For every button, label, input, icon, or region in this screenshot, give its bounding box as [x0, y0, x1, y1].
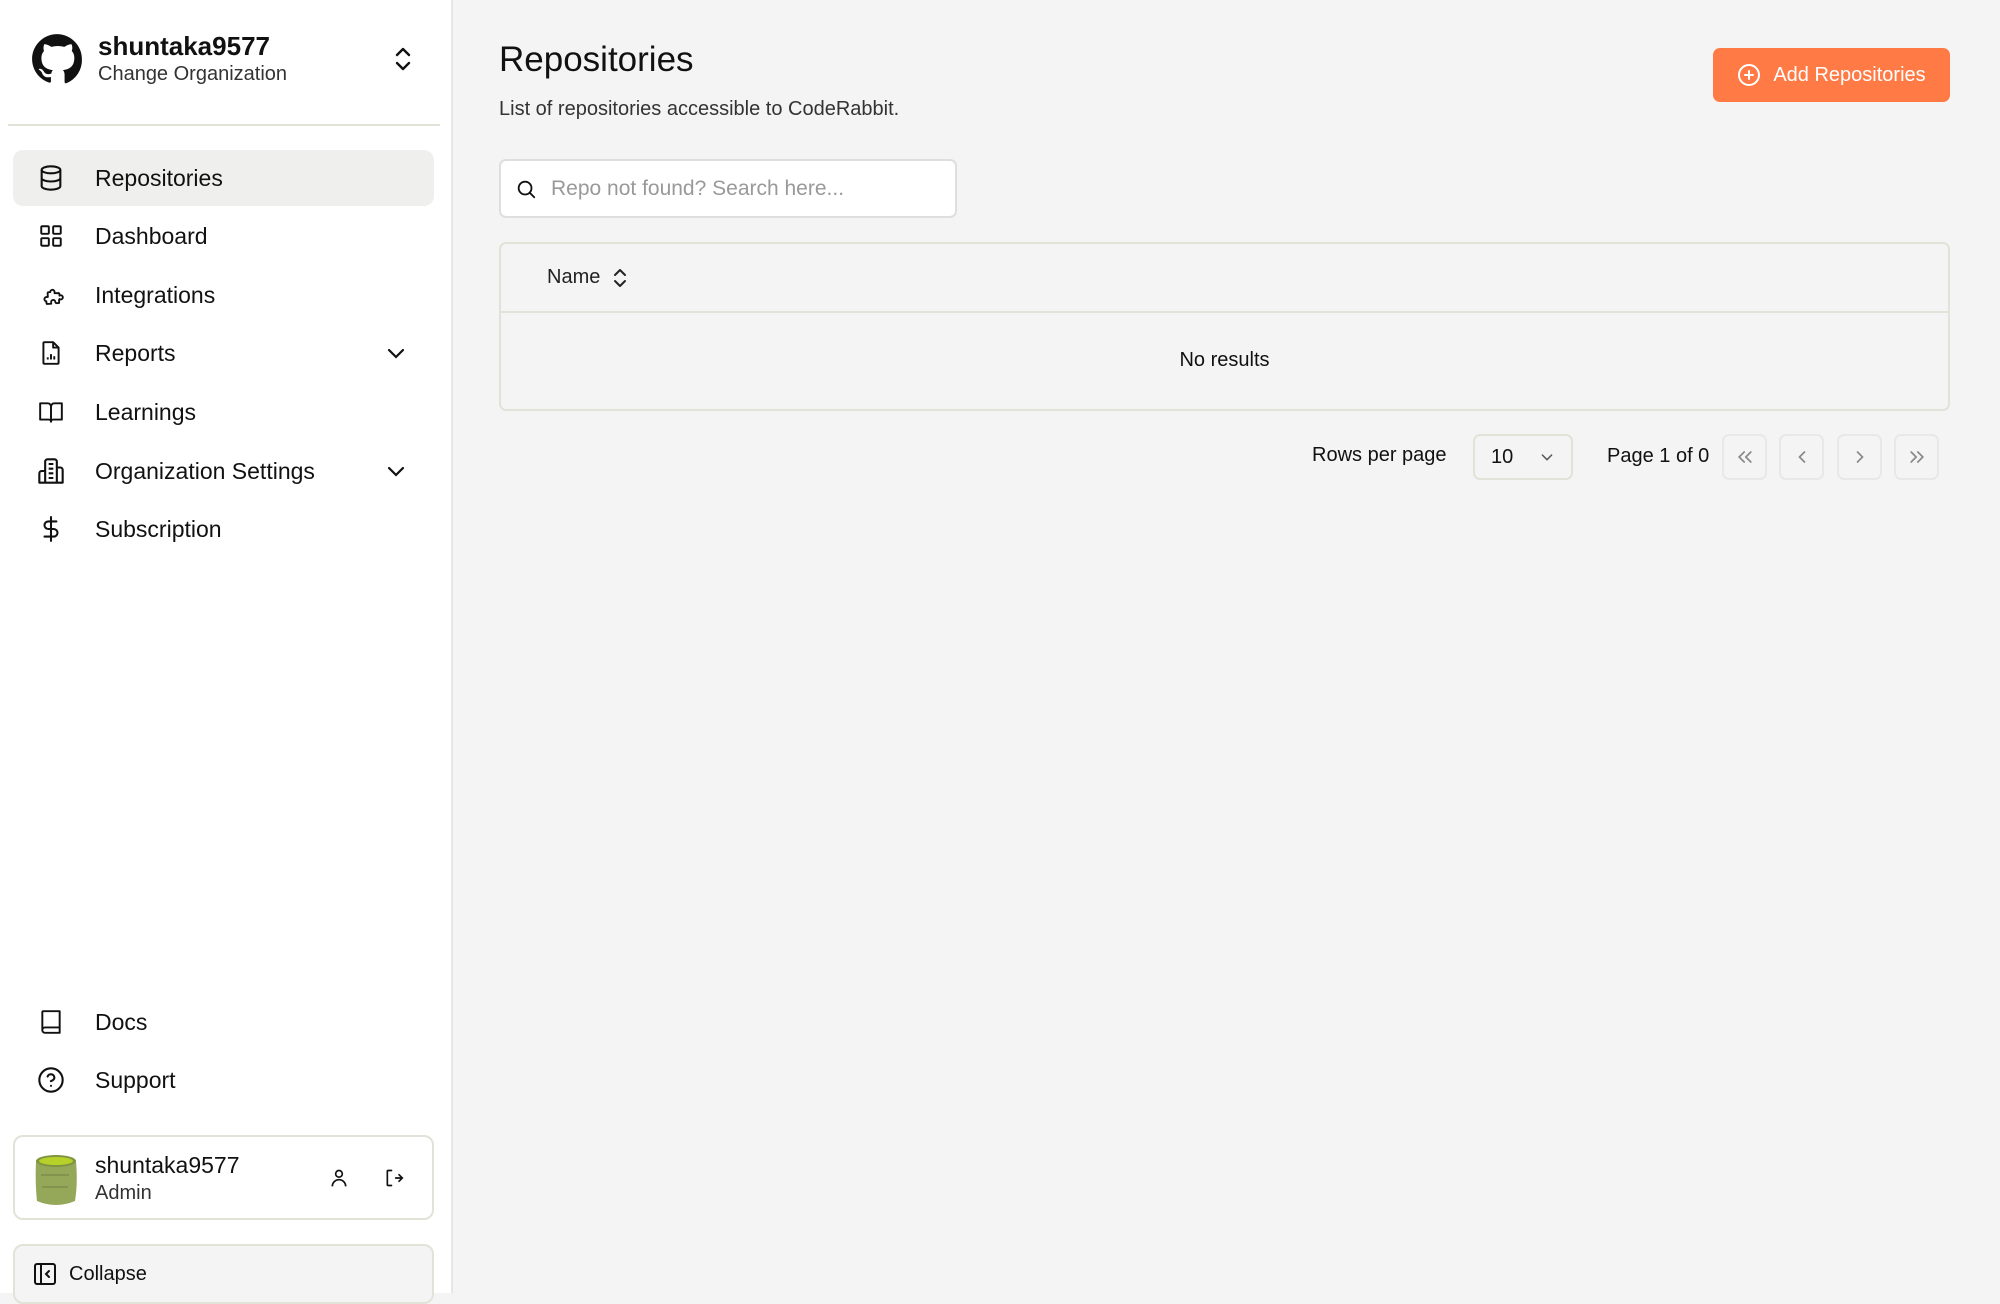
- sidebar-item-learnings[interactable]: Learnings: [13, 384, 434, 440]
- sidebar-item-label: Dashboard: [95, 222, 208, 249]
- rows-per-page-select[interactable]: 10: [1473, 434, 1573, 480]
- change-organization-link[interactable]: Change Organization: [98, 63, 287, 86]
- sidebar-item-label: Reports: [95, 339, 176, 366]
- chevrons-left-icon: [1737, 451, 1752, 463]
- chevron-down-icon[interactable]: [384, 341, 408, 365]
- rows-per-page-label: Rows per page: [1312, 444, 1447, 466]
- sidebar-item-label: Subscription: [95, 515, 222, 542]
- search-icon: [515, 178, 537, 200]
- sidebar-item-reports[interactable]: Reports: [13, 325, 434, 381]
- page-indicator: Page 1 of 0: [1607, 445, 1710, 467]
- chevron-down-icon[interactable]: [384, 459, 408, 483]
- last-page-button[interactable]: [1894, 434, 1939, 480]
- sidebar-item-dashboard[interactable]: Dashboard: [13, 208, 434, 264]
- empty-state: No results: [1179, 349, 1270, 371]
- book-icon: [36, 1007, 66, 1037]
- column-header-label: Name: [547, 266, 601, 288]
- user-card: shuntaka9577 Admin: [13, 1135, 434, 1220]
- sidebar-item-organization-settings[interactable]: Organization Settings: [13, 443, 434, 499]
- add-repositories-label: Add Repositories: [1773, 63, 1926, 86]
- sidebar: shuntaka9577 Change Organization Reposit…: [0, 0, 453, 1304]
- grid-icon: [36, 221, 66, 251]
- avatar: [33, 1153, 79, 1207]
- dollar-icon: [36, 514, 66, 544]
- search-input[interactable]: [551, 176, 931, 201]
- logout-icon[interactable]: [383, 1168, 405, 1188]
- next-page-button[interactable]: [1837, 434, 1882, 480]
- sidebar-item-label: Support: [95, 1066, 176, 1093]
- sidebar-item-docs[interactable]: Docs: [13, 994, 434, 1050]
- sidebar-item-label: Learnings: [95, 398, 197, 425]
- chevron-down-icon: [1541, 454, 1553, 461]
- first-page-button[interactable]: [1722, 434, 1767, 480]
- building-icon: [36, 456, 66, 486]
- user-role: Admin: [95, 1182, 152, 1204]
- collapse-button[interactable]: Collapse: [13, 1244, 434, 1304]
- previous-page-button[interactable]: [1779, 434, 1824, 480]
- help-circle-icon: [36, 1065, 66, 1095]
- chevron-left-icon: [1797, 451, 1805, 463]
- page-subtitle: List of repositories accessible to CodeR…: [499, 98, 900, 120]
- add-repositories-button[interactable]: Add Repositories: [1713, 48, 1950, 102]
- sidebar-item-subscription[interactable]: Subscription: [13, 501, 434, 557]
- table-header: Name: [501, 244, 1948, 313]
- user-profile-icon[interactable]: [329, 1168, 349, 1188]
- page-title: Repositories: [499, 40, 694, 79]
- chevrons-right-icon: [1909, 451, 1924, 463]
- sidebar-item-repositories[interactable]: Repositories: [13, 150, 434, 206]
- puzzle-icon: [36, 280, 66, 310]
- plus-circle-icon: [1738, 64, 1761, 86]
- org-name: shuntaka9577: [98, 31, 270, 61]
- panel-left-close-icon: [33, 1262, 57, 1286]
- sidebar-item-integrations[interactable]: Integrations: [13, 267, 434, 323]
- sort-icon: [614, 268, 627, 287]
- chevrons-up-down-icon[interactable]: [390, 44, 416, 74]
- sidebar-item-label: Organization Settings: [95, 457, 315, 484]
- file-chart-icon: [36, 338, 66, 368]
- repositories-table: Name No results: [499, 242, 1950, 411]
- sidebar-item-support[interactable]: Support: [13, 1052, 434, 1108]
- user-name: shuntaka9577: [95, 1152, 240, 1178]
- sidebar-item-label: Docs: [95, 1008, 148, 1035]
- column-header-name[interactable]: Name: [547, 266, 628, 289]
- book-open-icon: [36, 397, 66, 427]
- divider: [8, 124, 440, 126]
- rows-per-page-value: 10: [1491, 445, 1514, 468]
- sidebar-item-label: Integrations: [95, 281, 216, 308]
- github-icon: [31, 33, 83, 85]
- database-icon: [36, 163, 66, 193]
- sidebar-item-label: Repositories: [95, 164, 223, 191]
- search-box: [499, 159, 957, 218]
- collapse-label: Collapse: [69, 1262, 147, 1285]
- chevron-right-icon: [1856, 451, 1864, 463]
